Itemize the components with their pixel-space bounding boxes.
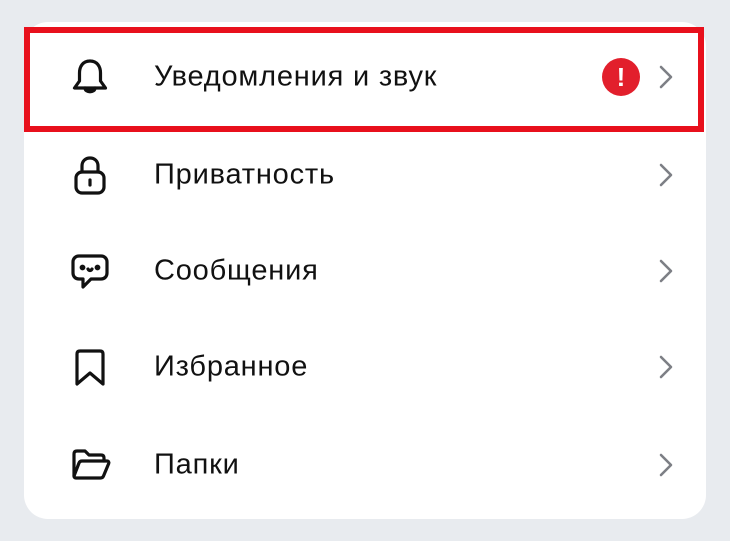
menu-item-messages[interactable]: Сообщения [24, 222, 706, 320]
menu-item-label: Папки [154, 448, 240, 481]
chevron-right-icon [658, 258, 674, 284]
chevron-right-icon [658, 162, 674, 188]
chat-bubble-icon [68, 249, 112, 293]
bookmark-icon [68, 345, 112, 389]
chevron-right-icon [658, 452, 674, 478]
menu-item-privacy[interactable]: Приватность [24, 126, 706, 224]
settings-card: Уведомления и звук ! Приватность Сообщен… [24, 22, 706, 519]
chevron-right-icon [658, 64, 674, 90]
bell-icon [68, 55, 112, 99]
lock-icon [68, 153, 112, 197]
menu-item-folders[interactable]: Папки [24, 416, 706, 514]
menu-item-label: Избранное [154, 350, 309, 383]
menu-item-favorites[interactable]: Избранное [24, 318, 706, 416]
folder-icon [68, 443, 112, 487]
menu-item-label: Сообщения [154, 254, 319, 287]
menu-item-label: Уведомления и звук [154, 60, 438, 93]
chevron-right-icon [658, 354, 674, 380]
alert-badge: ! [602, 58, 640, 96]
menu-item-label: Приватность [154, 158, 335, 191]
menu-item-notifications[interactable]: Уведомления и звук ! [24, 28, 706, 126]
